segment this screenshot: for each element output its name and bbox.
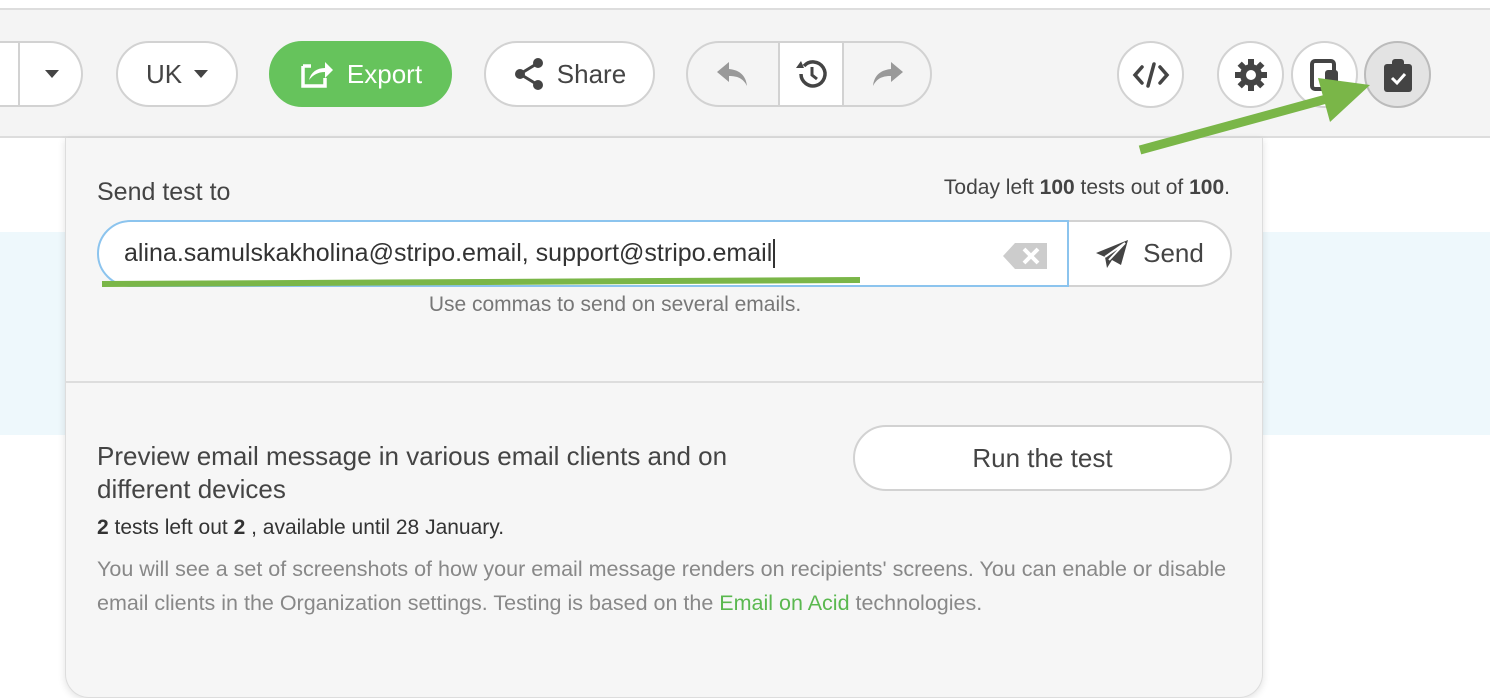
arrow-annotation: [1138, 93, 1332, 155]
arrow-head-icon: [1318, 78, 1370, 122]
underline-annotation: [101, 277, 861, 287]
annotation-overlay: [101, 78, 1370, 287]
